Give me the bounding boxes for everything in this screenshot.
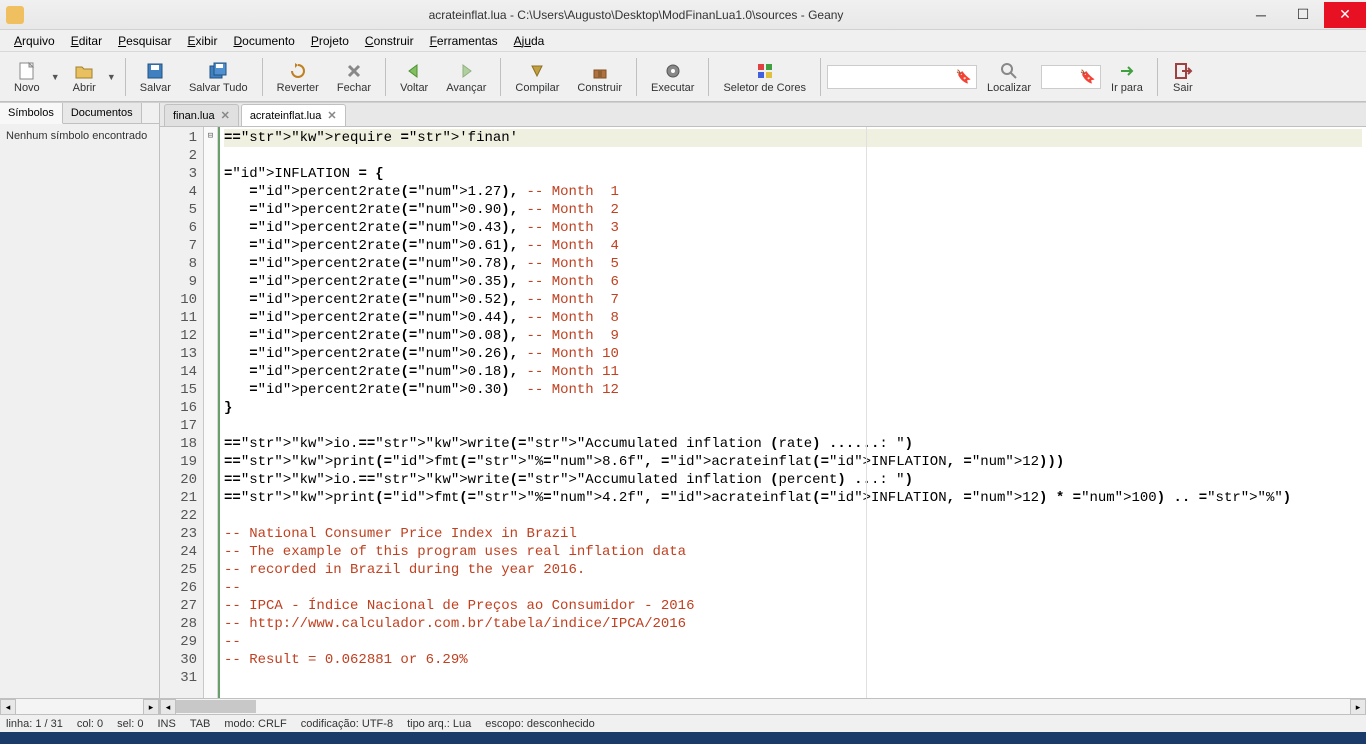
goto-input[interactable]: 🔖 bbox=[1041, 65, 1101, 89]
tab-close-icon[interactable]: ✕ bbox=[327, 109, 336, 122]
search-icon bbox=[998, 60, 1020, 82]
status-scope: escopo: desconhecido bbox=[485, 718, 594, 730]
goto-icon bbox=[1116, 60, 1138, 82]
editor-scroll-right[interactable]: ▸ bbox=[1350, 699, 1366, 715]
editor-tab-finan[interactable]: finan.lua ✕ bbox=[164, 104, 239, 126]
close-icon bbox=[343, 60, 365, 82]
fold-column[interactable]: ⊟ bbox=[204, 127, 218, 698]
editor-scroll-thumb[interactable] bbox=[176, 700, 256, 713]
new-button[interactable]: Novo bbox=[6, 57, 48, 97]
menu-ferramentas[interactable]: Ferramentas bbox=[424, 32, 504, 50]
menu-exibir[interactable]: Exibir bbox=[181, 32, 223, 50]
taskbar[interactable] bbox=[0, 732, 1366, 744]
menu-editar[interactable]: Editar bbox=[65, 32, 108, 50]
new-file-icon bbox=[16, 60, 38, 82]
back-button[interactable]: Voltar bbox=[392, 57, 436, 97]
goto-button[interactable]: Ir para bbox=[1103, 57, 1151, 97]
arrow-left-icon bbox=[403, 60, 425, 82]
titlebar: acrateinflat.lua - C:\Users\Augusto\Desk… bbox=[0, 0, 1366, 30]
editor-tab-label: finan.lua bbox=[173, 110, 215, 122]
compile-button[interactable]: Compilar bbox=[507, 57, 567, 97]
editor-tabs: finan.lua ✕ acrateinflat.lua ✕ bbox=[160, 103, 1366, 127]
sidebar-scroll-right[interactable]: ▸ bbox=[143, 699, 159, 715]
sidebar-empty-text: Nenhum símbolo encontrado bbox=[0, 124, 159, 698]
status-sel: sel: 0 bbox=[117, 718, 143, 730]
sidebar-tab-symbols[interactable]: Símbolos bbox=[0, 103, 63, 124]
editor-tab-acrateinflat[interactable]: acrateinflat.lua ✕ bbox=[241, 104, 346, 126]
menu-arquivo[interactable]: Arquivo bbox=[8, 32, 61, 50]
execute-button[interactable]: Executar bbox=[643, 57, 702, 97]
toolbar: Novo ▼ Abrir ▼ Salvar Salvar Tudo Revert… bbox=[0, 52, 1366, 102]
color-picker-button[interactable]: Seletor de Cores bbox=[715, 57, 814, 97]
quit-button[interactable]: Sair bbox=[1164, 57, 1202, 97]
minimize-button[interactable]: ─ bbox=[1240, 2, 1282, 28]
editor-scrollbar[interactable] bbox=[176, 699, 1350, 714]
build-button[interactable]: Construir bbox=[569, 57, 630, 97]
compile-icon bbox=[526, 60, 548, 82]
save-all-icon bbox=[207, 60, 229, 82]
new-dropdown[interactable]: ▼ bbox=[48, 72, 63, 82]
arrow-right-icon bbox=[455, 60, 477, 82]
sidebar-scrollbar[interactable] bbox=[16, 699, 143, 714]
status-line: linha: 1 / 31 bbox=[6, 718, 63, 730]
revert-button[interactable]: Reverter bbox=[269, 57, 327, 97]
exit-icon bbox=[1172, 60, 1194, 82]
status-mode: modo: CRLF bbox=[224, 718, 286, 730]
editor-tab-label: acrateinflat.lua bbox=[250, 110, 322, 122]
menu-pesquisar[interactable]: Pesquisar bbox=[112, 32, 177, 50]
find-button[interactable]: Localizar bbox=[979, 57, 1039, 97]
folder-open-icon bbox=[73, 60, 95, 82]
menu-documento[interactable]: Documento bbox=[227, 32, 300, 50]
save-icon bbox=[144, 60, 166, 82]
statusbar: linha: 1 / 31 col: 0 sel: 0 INS TAB modo… bbox=[0, 714, 1366, 732]
status-encoding: codificação: UTF-8 bbox=[301, 718, 393, 730]
sidebar-tab-documents[interactable]: Documentos bbox=[63, 103, 142, 123]
status-col: col: 0 bbox=[77, 718, 103, 730]
find-field-icon: 🔖 bbox=[956, 69, 972, 85]
close-file-button[interactable]: Fechar bbox=[329, 57, 379, 97]
status-tab: TAB bbox=[190, 718, 211, 730]
menu-projeto[interactable]: Projeto bbox=[305, 32, 355, 50]
menu-ajuda[interactable]: Ajuda bbox=[508, 32, 551, 50]
close-button[interactable]: ✕ bbox=[1324, 2, 1366, 28]
forward-button[interactable]: Avançar bbox=[438, 57, 494, 97]
save-all-button[interactable]: Salvar Tudo bbox=[181, 57, 256, 97]
menu-construir[interactable]: Construir bbox=[359, 32, 420, 50]
save-button[interactable]: Salvar bbox=[132, 57, 179, 97]
menubar: Arquivo Editar Pesquisar Exibir Document… bbox=[0, 30, 1366, 52]
line-number-gutter: 1234567891011121314151617181920212223242… bbox=[160, 127, 204, 698]
editor-scroll-left[interactable]: ◂ bbox=[160, 699, 176, 715]
sidebar-scroll-left[interactable]: ◂ bbox=[0, 699, 16, 715]
find-input[interactable]: 🔖 bbox=[827, 65, 977, 89]
maximize-button[interactable]: ☐ bbox=[1282, 2, 1324, 28]
palette-icon bbox=[754, 60, 776, 82]
revert-icon bbox=[287, 60, 309, 82]
editor-body[interactable]: 1234567891011121314151617181920212223242… bbox=[160, 127, 1366, 698]
right-margin-indicator bbox=[866, 127, 867, 698]
open-button[interactable]: Abrir bbox=[65, 57, 104, 97]
window-title: acrateinflat.lua - C:\Users\Augusto\Desk… bbox=[32, 8, 1240, 22]
gear-icon bbox=[662, 60, 684, 82]
open-dropdown[interactable]: ▼ bbox=[104, 72, 119, 82]
goto-field-icon: 🔖 bbox=[1080, 69, 1096, 85]
status-filetype: tipo arq.: Lua bbox=[407, 718, 471, 730]
code-area[interactable]: =="str">"kw">require ="str">'finan' ="id… bbox=[220, 127, 1366, 698]
status-ins: INS bbox=[157, 718, 175, 730]
app-icon bbox=[6, 6, 24, 24]
build-icon bbox=[589, 60, 611, 82]
tab-close-icon[interactable]: ✕ bbox=[221, 109, 230, 122]
sidebar: Símbolos Documentos Nenhum símbolo encon… bbox=[0, 103, 160, 714]
